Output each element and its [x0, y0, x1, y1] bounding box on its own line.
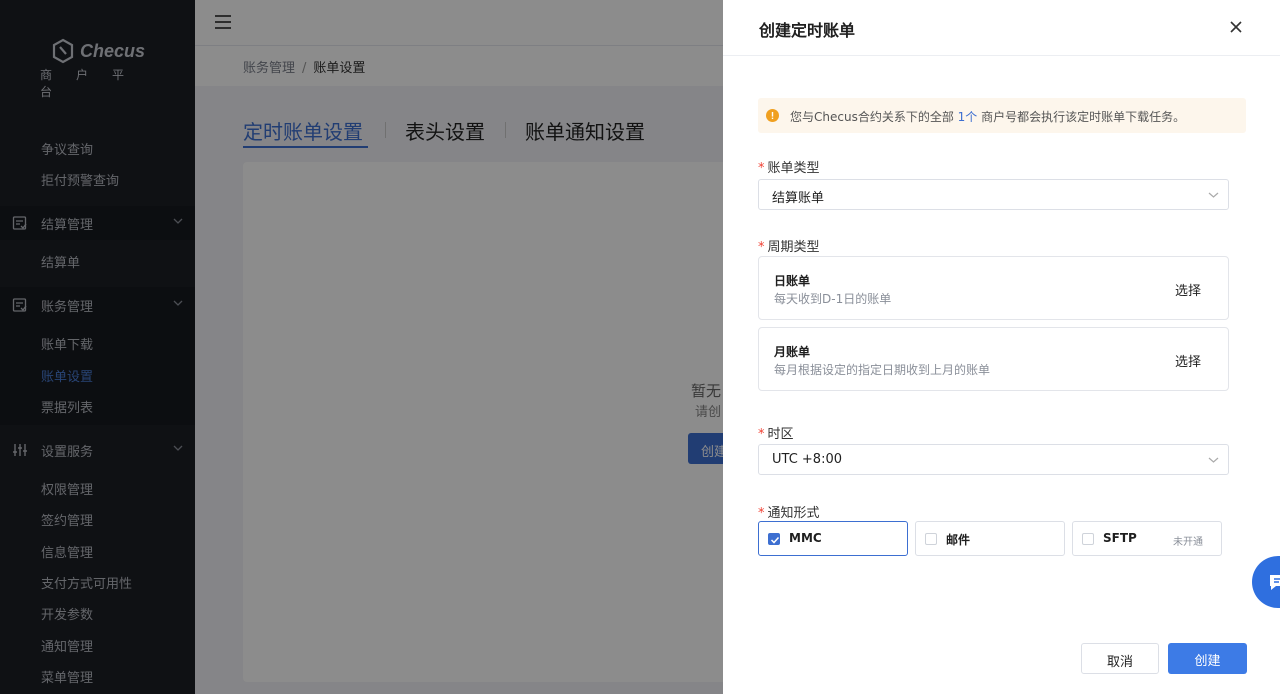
notify-option-label: 邮件 [946, 533, 971, 547]
create-schedule-drawer: 创建定时账单 您与Checus合约关系下的全部 1个 商户号都会执行该定时账单下… [723, 0, 1280, 694]
timezone-select[interactable]: UTC +8:00 [758, 444, 1229, 475]
chevron-down-icon [1208, 457, 1219, 463]
checkbox[interactable] [925, 533, 937, 545]
notify-option-sftp[interactable]: SFTP 未开通 [1072, 521, 1222, 556]
select-daily-button[interactable]: 选择 [1175, 280, 1201, 299]
notify-type-label: * 通知形式 [758, 506, 820, 521]
period-desc: 每天收到D-1日的账单 [774, 292, 892, 306]
close-icon[interactable] [1226, 17, 1246, 37]
period-option-daily[interactable]: 日账单 每天收到D-1日的账单 选择 [758, 256, 1229, 320]
bill-type-value: 结算账单 [772, 191, 825, 206]
info-alert: 您与Checus合约关系下的全部 1个 商户号都会执行该定时账单下载任务。 [758, 98, 1246, 133]
drawer-header: 创建定时账单 [723, 0, 1280, 56]
notify-option-mmc[interactable]: MMC [758, 521, 908, 556]
period-option-monthly[interactable]: 月账单 每月根据设定的指定日期收到上月的账单 选择 [758, 327, 1229, 391]
period-type-label: * 周期类型 [758, 240, 820, 255]
notify-option-label: MMC [789, 531, 822, 545]
not-enabled-tag: 未开通 [1173, 537, 1203, 548]
period-desc: 每月根据设定的指定日期收到上月的账单 [774, 363, 991, 377]
chat-icon [1270, 575, 1280, 590]
timezone-value: UTC +8:00 [772, 452, 842, 467]
period-title: 月账单 [774, 345, 811, 359]
chevron-down-icon [1208, 192, 1219, 198]
alert-text: 您与Checus合约关系下的全部 1个 商户号都会执行该定时账单下载任务。 [790, 110, 1186, 124]
drawer-title: 创建定时账单 [759, 21, 856, 40]
create-button[interactable]: 创建 [1168, 643, 1247, 674]
merchant-count: 1个 [957, 110, 978, 124]
bill-type-label: * 账单类型 [758, 161, 820, 176]
checkbox[interactable] [1082, 533, 1094, 545]
timezone-label: * 时区 [758, 427, 794, 442]
check-icon [770, 536, 780, 544]
notify-option-label: SFTP [1103, 531, 1137, 545]
bill-type-select[interactable]: 结算账单 [758, 179, 1229, 210]
checkbox-checked[interactable] [768, 533, 780, 545]
period-title: 日账单 [774, 274, 811, 288]
select-monthly-button[interactable]: 选择 [1175, 351, 1201, 370]
notify-option-email[interactable]: 邮件 [915, 521, 1065, 556]
warning-icon [766, 109, 779, 122]
cancel-button[interactable]: 取消 [1081, 643, 1159, 674]
